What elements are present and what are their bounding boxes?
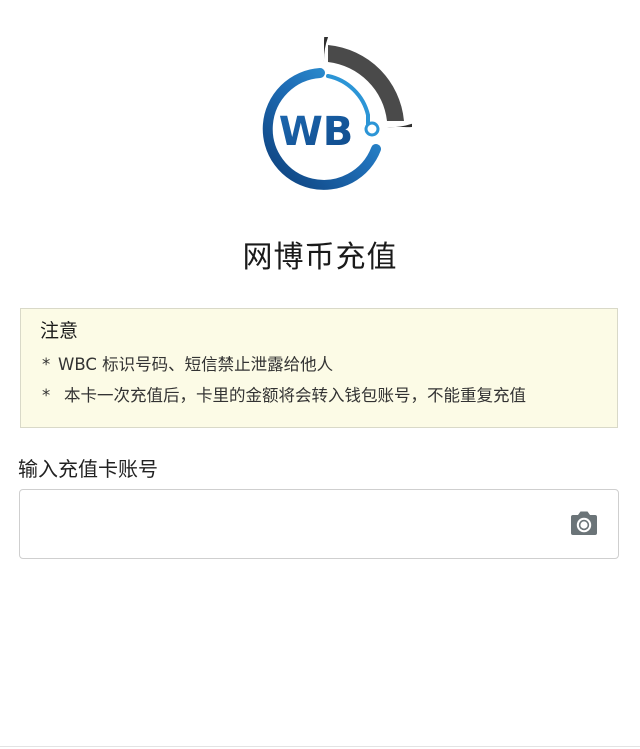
notice-item-text: WBC 标识号码、短信禁止泄露给他人 — [58, 355, 334, 374]
notice-item-text: 本卡一次充值后，卡里的金额将会转入钱包账号，不能重复充值 — [64, 386, 526, 405]
notice-item-marker: * — [42, 355, 51, 374]
card-number-field[interactable] — [19, 489, 619, 559]
notice-item-marker: * — [42, 386, 51, 405]
bottom-divider — [0, 746, 640, 747]
notice-item: * 本卡一次充值后，卡里的金额将会转入钱包账号，不能重复充值 — [42, 384, 526, 408]
logo-text: WB — [279, 109, 354, 155]
notice-item: * WBC 标识号码、短信禁止泄露给他人 — [42, 353, 333, 377]
card-number-label: 输入充值卡账号 — [18, 457, 158, 481]
notice-box: 注意 * WBC 标识号码、短信禁止泄露给他人 * 本卡一次充值后，卡里的金额将会转… — [20, 308, 618, 428]
wb-coin-logo-icon: WB — [262, 37, 412, 190]
page-title: 网博币充值 — [242, 240, 398, 275]
notice-title: 注意 — [40, 320, 79, 342]
camera-icon[interactable] — [568, 509, 600, 539]
card-number-input[interactable] — [32, 504, 556, 546]
